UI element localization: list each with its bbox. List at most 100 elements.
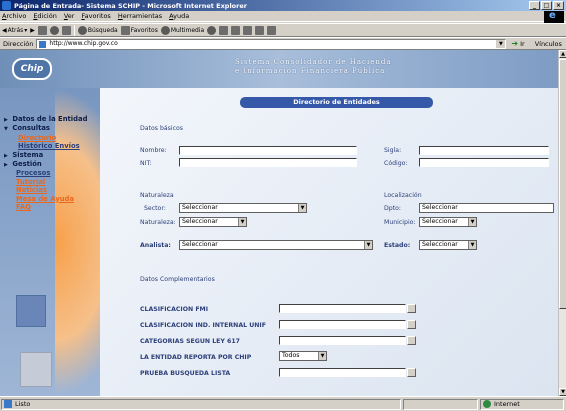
multimedia-button[interactable]: Multimedia bbox=[160, 25, 204, 35]
section-datos-complementarios: Datos Complementarios bbox=[140, 276, 215, 283]
nav-noticias[interactable]: Noticias bbox=[4, 186, 87, 194]
status-bar: Listo Internet bbox=[0, 396, 566, 411]
edit-icon[interactable] bbox=[243, 25, 253, 35]
go-button[interactable]: Ir bbox=[520, 40, 525, 48]
maximize-button[interactable]: □ bbox=[541, 1, 552, 10]
nav-directorio[interactable]: Directorio bbox=[4, 134, 87, 142]
dpto-select[interactable]: Seleccionar bbox=[419, 203, 554, 213]
entidad-reporta-select[interactable]: Todos ▼ bbox=[279, 351, 327, 361]
codigo-input[interactable] bbox=[419, 158, 549, 167]
nav-tutorial[interactable]: Tutorial bbox=[4, 178, 87, 186]
nav-gestion[interactable]: ▶ Gestión bbox=[4, 160, 87, 169]
chevron-down-icon: ▼ bbox=[4, 126, 8, 133]
favorites-button[interactable]: Favoritos bbox=[120, 25, 158, 35]
scroll-thumb[interactable] bbox=[559, 59, 566, 309]
nav-mesa-ayuda[interactable]: Mesa de Ayuda bbox=[4, 195, 87, 203]
close-button[interactable]: × bbox=[553, 1, 564, 10]
chevron-down-icon: ▼ bbox=[318, 352, 326, 360]
sigla-label: Sigla: bbox=[384, 147, 402, 154]
menu-ver[interactable]: Ver bbox=[64, 12, 75, 20]
forward-button[interactable]: ▶ bbox=[30, 27, 35, 34]
nav-procesos[interactable]: Procesos bbox=[4, 169, 87, 177]
site-banner: Chip Sistema Consolidador de Hacienda e … bbox=[0, 50, 558, 88]
clasificacion-ind-lookup-button[interactable] bbox=[407, 320, 416, 329]
chevron-right-icon: ▶ bbox=[4, 162, 8, 169]
chevron-down-icon: ▼ bbox=[298, 204, 306, 212]
search-button[interactable]: Búsqueda bbox=[77, 25, 118, 35]
nav-datos-entidad[interactable]: ▶ Datos de la Entidad bbox=[4, 115, 87, 124]
scroll-down-button[interactable]: ▼ bbox=[559, 388, 566, 396]
forward-arrow-icon: ▶ bbox=[30, 26, 35, 34]
clasificacion-ind-label: CLASIFICACION IND. INTERNAL UNIF bbox=[140, 322, 266, 329]
categorias-input[interactable] bbox=[279, 336, 406, 345]
banner-title: Sistema Consolidador de Hacienda e Infor… bbox=[235, 58, 392, 76]
menu-edicion[interactable]: Edición bbox=[33, 12, 57, 20]
favorites-icon bbox=[120, 25, 130, 35]
scroll-up-button[interactable]: ▲ bbox=[559, 50, 566, 58]
naturaleza-label: Naturaleza: bbox=[140, 219, 176, 226]
mail-icon[interactable] bbox=[219, 25, 229, 35]
estado-select[interactable]: Seleccionar ▼ bbox=[419, 240, 477, 250]
chevron-down-icon[interactable]: ▼ bbox=[496, 39, 506, 48]
refresh-icon[interactable] bbox=[49, 25, 59, 35]
entidad-reporta-select-value: Todos bbox=[282, 352, 300, 359]
nav-historico-envios[interactable]: Histórico Envíos bbox=[4, 142, 87, 150]
banner-title-line2: e Información Financiera Pública bbox=[235, 67, 386, 75]
minimize-button[interactable]: _ bbox=[529, 1, 540, 10]
globe-icon bbox=[483, 400, 491, 408]
nombre-input[interactable] bbox=[179, 146, 357, 155]
multimedia-icon bbox=[160, 25, 170, 35]
naturaleza-select[interactable]: Seleccionar ▼ bbox=[179, 217, 247, 227]
clasificacion-fmi-lookup-button[interactable] bbox=[407, 304, 416, 313]
ie-app-icon bbox=[2, 1, 11, 10]
nit-label: NIT: bbox=[140, 160, 152, 167]
nombre-label: Nombre: bbox=[140, 147, 167, 154]
municipio-select[interactable]: Seleccionar ▼ bbox=[419, 217, 477, 227]
banner-title-line1: Sistema Consolidador de Hacienda bbox=[235, 58, 392, 66]
prueba-label: PRUEBA BUSQUEDA LISTA bbox=[140, 370, 231, 377]
analista-select[interactable]: Seleccionar ▼ bbox=[179, 240, 373, 250]
menu-ayuda[interactable]: Ayuda bbox=[169, 12, 189, 20]
go-arrow-icon[interactable]: ➔ bbox=[511, 39, 518, 48]
address-input[interactable]: http://www.chip.gov.co ▼ bbox=[36, 38, 507, 49]
menu-favoritos[interactable]: Favoritos bbox=[81, 12, 110, 20]
chevron-down-icon: ▼ bbox=[238, 218, 246, 226]
home-icon[interactable] bbox=[61, 25, 71, 35]
sigla-input[interactable] bbox=[419, 146, 549, 155]
chevron-down-icon: ▼ bbox=[468, 218, 476, 226]
prueba-lookup-button[interactable] bbox=[407, 368, 416, 377]
nav-consultas[interactable]: ▼ Consultas bbox=[4, 124, 87, 133]
nit-input[interactable] bbox=[179, 158, 357, 167]
menu-archivo[interactable]: Archivo bbox=[2, 12, 26, 20]
status-text: Listo bbox=[15, 400, 31, 408]
clasificacion-fmi-label: CLASIFICACION FMI bbox=[140, 306, 209, 313]
menu-herramientas[interactable]: Herramientas bbox=[118, 12, 162, 20]
analista-label: Analista: bbox=[140, 242, 171, 249]
nav-faq[interactable]: FAQ bbox=[4, 203, 87, 211]
dpto-select-value: Seleccionar bbox=[422, 204, 458, 211]
categorias-lookup-button[interactable] bbox=[407, 336, 416, 345]
clasificacion-fmi-input[interactable] bbox=[279, 304, 406, 313]
print-icon[interactable] bbox=[231, 25, 241, 35]
messenger-icon[interactable] bbox=[267, 25, 277, 35]
nav-sistema[interactable]: ▶ Sistema bbox=[4, 151, 87, 160]
history-icon[interactable] bbox=[207, 25, 217, 35]
clasificacion-ind-input[interactable] bbox=[279, 320, 406, 329]
back-button[interactable]: ◀ Atrás ▾ bbox=[2, 27, 27, 34]
discuss-icon[interactable] bbox=[255, 25, 265, 35]
estado-label: Estado: bbox=[384, 242, 411, 249]
chip-logo[interactable]: Chip bbox=[12, 58, 52, 80]
municipio-select-value: Seleccionar bbox=[422, 218, 458, 225]
stop-icon[interactable] bbox=[37, 25, 47, 35]
chevron-right-icon: ▶ bbox=[4, 117, 8, 123]
chevron-down-icon: ▼ bbox=[468, 241, 476, 249]
sector-select[interactable]: Seleccionar ▼ bbox=[179, 203, 307, 213]
chevron-right-icon: ▶ bbox=[4, 152, 8, 159]
dpto-label: Dpto: bbox=[384, 205, 401, 212]
chevron-down-icon: ▼ bbox=[364, 241, 372, 249]
vertical-scrollbar[interactable]: ▲ ▼ bbox=[558, 50, 566, 396]
links-button[interactable]: Vínculos bbox=[535, 40, 562, 48]
status-text-panel: Listo bbox=[1, 398, 401, 410]
estado-select-value: Seleccionar bbox=[422, 241, 458, 248]
prueba-input[interactable] bbox=[279, 368, 406, 377]
